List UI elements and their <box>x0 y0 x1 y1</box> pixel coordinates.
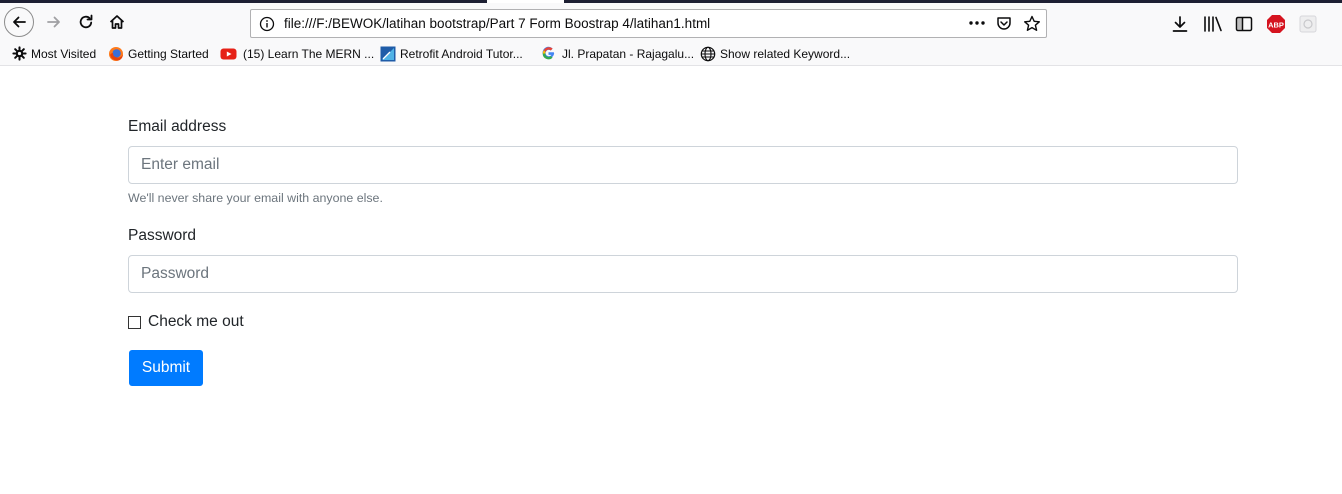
bookmark-label: (15) Learn The MERN ... <box>243 46 375 61</box>
bookmark-label: Getting Started <box>128 46 209 61</box>
more-actions-icon[interactable] <box>967 14 987 32</box>
firefox-icon <box>109 46 123 61</box>
bookmark-retrofit[interactable]: Retrofit Android Tutor... <box>380 45 523 62</box>
bookmark-label: Show related Keyword... <box>720 46 851 61</box>
password-label: Password <box>128 227 197 244</box>
url-text[interactable]: file:///F:/BEWOK/latihan bootstrap/Part … <box>284 16 710 31</box>
forward-button[interactable] <box>40 8 68 36</box>
globe-icon <box>700 46 716 61</box>
arrow-left-icon <box>13 16 26 28</box>
navigation-toolbar: file:///F:/BEWOK/latihan bootstrap/Part … <box>0 3 1342 41</box>
check-me-out-label[interactable]: Check me out <box>148 313 244 331</box>
reload-icon <box>79 14 93 29</box>
page-content: Email address We'll never share your ema… <box>0 66 1342 494</box>
email-help-text: We'll never share your email with anyone… <box>128 191 383 205</box>
email-input[interactable] <box>128 146 1238 184</box>
site-icon <box>380 46 396 61</box>
back-button[interactable] <box>4 7 34 37</box>
gear-icon <box>12 46 27 61</box>
pocket-icon[interactable] <box>995 15 1013 33</box>
check-me-out-row: Check me out <box>128 313 244 331</box>
email-label: Email address <box>128 118 227 135</box>
bookmark-getting-started[interactable]: Getting Started <box>108 45 209 62</box>
home-icon <box>109 15 125 29</box>
info-icon[interactable] <box>259 16 275 32</box>
submit-button[interactable]: Submit <box>129 350 203 386</box>
extension-icon[interactable] <box>1298 14 1318 34</box>
bookmark-label: Retrofit Android Tutor... <box>400 46 523 61</box>
reload-button[interactable] <box>72 8 100 36</box>
bookmark-most-visited[interactable]: Most Visited <box>12 45 96 62</box>
download-icon[interactable] <box>1170 14 1190 34</box>
svg-text:ABP: ABP <box>1268 20 1284 29</box>
password-input[interactable] <box>128 255 1238 293</box>
bookmark-youtube[interactable]: (15) Learn The MERN ... <box>220 45 374 62</box>
library-icon[interactable] <box>1202 14 1224 34</box>
adblock-plus-icon[interactable]: ABP <box>1266 14 1286 34</box>
bookmarks-bar: Most Visited Getting Started (15) Learn … <box>0 41 1342 66</box>
youtube-icon <box>220 48 237 59</box>
home-button[interactable] <box>103 8 131 36</box>
bookmark-label: Most Visited <box>31 46 97 61</box>
sidebar-icon[interactable] <box>1234 15 1254 33</box>
star-icon[interactable] <box>1022 14 1042 34</box>
bookmark-google-maps[interactable]: Jl. Prapatan - Rajagalu... <box>541 45 694 62</box>
url-bar[interactable]: file:///F:/BEWOK/latihan bootstrap/Part … <box>250 9 1047 38</box>
check-me-out-checkbox[interactable] <box>128 315 141 329</box>
bookmark-label: Jl. Prapatan - Rajagalu... <box>562 46 695 61</box>
bookmark-keywords[interactable]: Show related Keyword... <box>700 45 850 62</box>
google-icon <box>542 46 555 60</box>
arrow-right-icon <box>47 16 60 28</box>
